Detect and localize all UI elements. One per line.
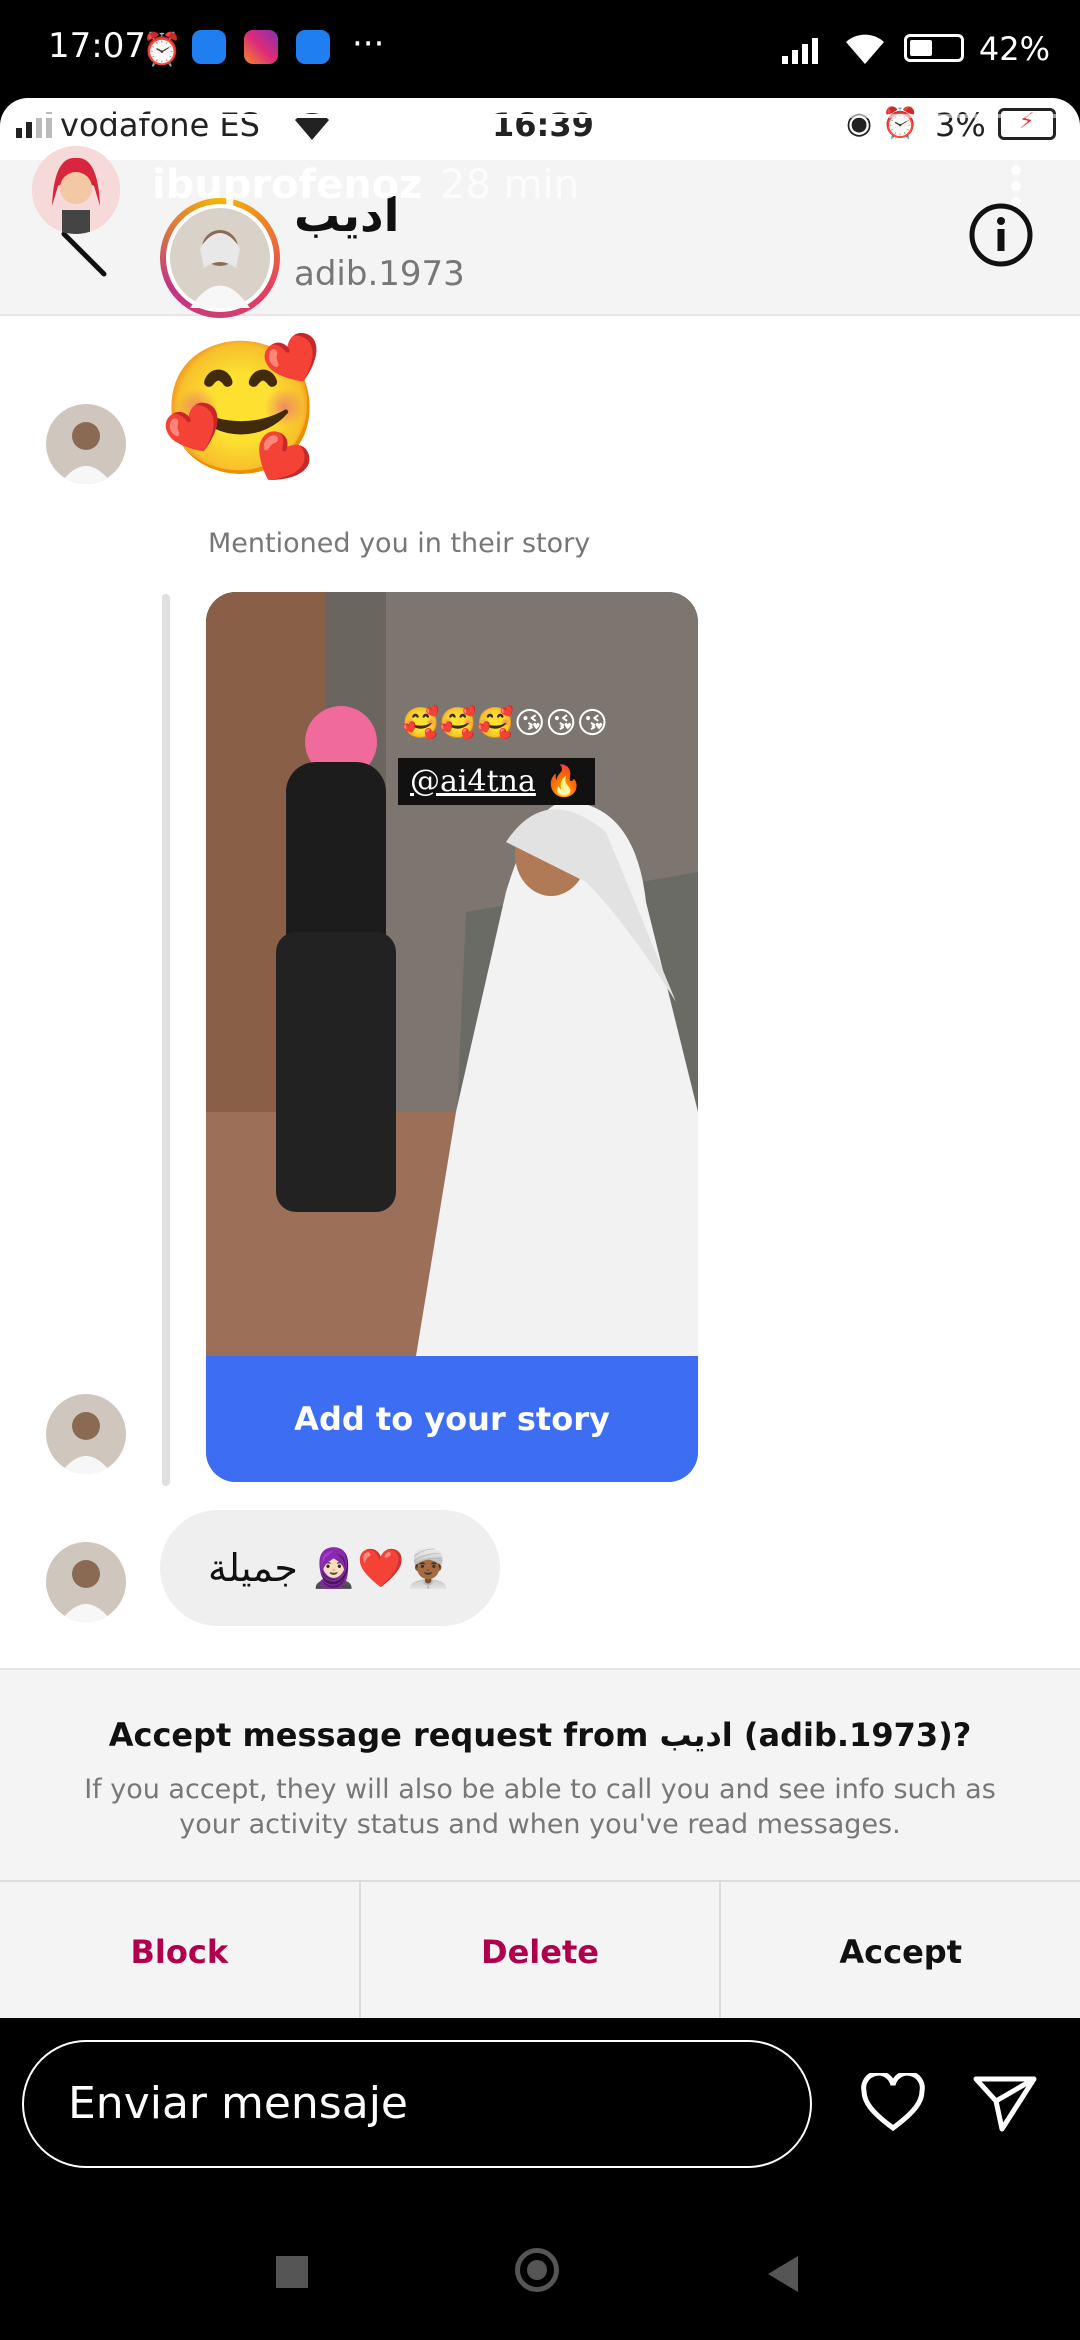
fire-emoji: 🔥 [545,764,583,799]
overflow-dots: ··· [352,24,385,64]
send-message-input[interactable]: Enviar mensaje [22,2040,812,2168]
alarm-icon: ⏰ [142,30,182,68]
delete-label: Delete [481,1933,599,1971]
inner-status-bar: vodafone ES 16:39 ◉ ⏰ 3% ⚡ [0,98,1080,160]
add-to-story-button[interactable]: Add to your story [206,1356,698,1482]
info-icon[interactable] [968,202,1034,268]
story-progress-fill [20,114,780,118]
story-author-avatar[interactable] [32,146,120,234]
story-time-ago: 28 min [440,162,580,208]
contact-username[interactable]: adib.1973 [294,254,465,294]
more-options-icon[interactable] [1010,164,1022,208]
accept-button[interactable]: Accept [721,1882,1080,2018]
app-notification-icon [296,30,330,64]
home-button-dot [527,2260,547,2280]
delete-button[interactable]: Delete [361,1882,722,2018]
inner-battery-percent: 3% [935,106,986,144]
story-screenshot: vodafone ES 16:39 ◉ ⏰ 3% ⚡ اديب adib.197… [0,98,1080,2018]
story-author-name[interactable]: ibuprofenoz [152,162,422,208]
text-message-bubble[interactable]: جميلة 🧕🏻❤️👳🏾‍♂️ [160,1510,500,1626]
mention-tag-text: @ai4tna [410,764,536,799]
battery-icon [904,34,964,62]
battery-percent: 42% [978,30,1050,68]
instagram-notification-icon [244,30,278,64]
status-time: 17:07 [48,26,146,66]
quote-bar [162,594,170,1486]
message-request-panel: Accept message request from اديب (adib.1… [0,1668,1080,2018]
system-status-bar: 17:07 ⏰ ··· 42% [0,0,1080,100]
request-title: Accept message request from اديب (adib.1… [108,1716,972,1754]
mentioned-story-card[interactable]: 🥰🥰🥰😘😘😘 @ai4tna 🔥 Add to your story [206,592,698,1482]
signal-icon [782,38,818,64]
emoji-message[interactable]: 🥰 [160,328,322,488]
inner-status-icons: ◉ ⏰ [846,106,920,141]
story-emoji-row: 🥰🥰🥰😘😘😘 [402,706,608,741]
send-message-placeholder: Enviar mensaje [68,2078,408,2129]
back-button[interactable] [764,2254,800,2294]
story-mention-label: Mentioned you in their story [208,528,591,559]
request-actions: Block Delete Accept [0,1880,1080,2018]
block-label: Block [130,1933,229,1971]
story-progress-bar [20,114,1060,118]
sender-avatar[interactable] [46,1542,126,1622]
story-mention-tag: @ai4tna 🔥 [398,758,595,805]
send-icon[interactable] [972,2073,1038,2133]
block-button[interactable]: Block [0,1882,361,2018]
back-arrow-icon[interactable] [60,230,110,280]
recents-button[interactable] [276,2256,308,2288]
inner-battery-icon: ⚡ [998,108,1056,140]
accept-label: Accept [839,1933,962,1971]
wifi-icon [846,34,884,64]
inner-clock: 16:39 [492,106,594,144]
app-notification-icon [192,30,226,64]
request-description: If you accept, they will also be able to… [84,1774,996,1840]
contact-avatar[interactable] [166,204,274,312]
heart-icon[interactable] [860,2073,926,2133]
sender-avatar[interactable] [46,1394,126,1474]
carrier-name: vodafone ES [60,106,260,144]
sender-avatar[interactable] [46,404,126,484]
